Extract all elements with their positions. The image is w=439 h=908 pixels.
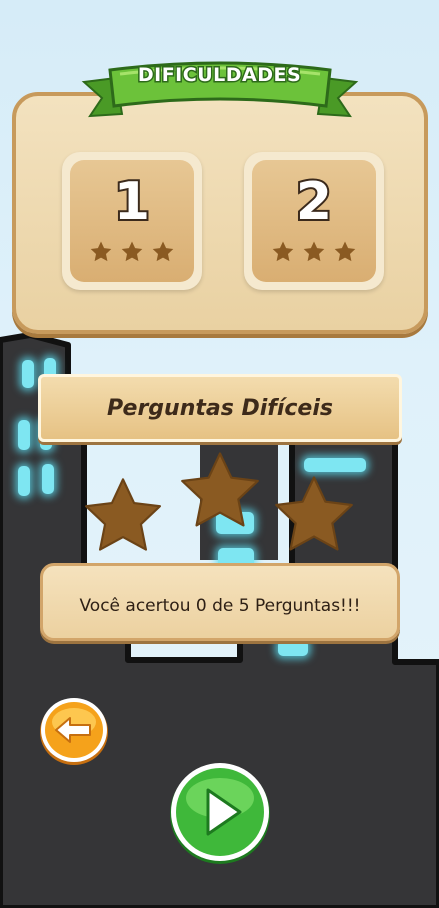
level-number: 1 <box>112 170 152 234</box>
difficulty-panel: 1 2 <box>12 92 428 334</box>
star-icon <box>121 241 143 262</box>
back-button[interactable] <box>38 696 110 766</box>
play-button[interactable] <box>168 760 272 864</box>
category-plate: Perguntas Difíceis <box>38 374 402 442</box>
result-star-2 <box>181 452 259 527</box>
star-icon <box>272 241 294 262</box>
city-window <box>22 360 34 388</box>
city-window <box>278 640 308 656</box>
star-icon <box>152 241 174 262</box>
level-2-tile: 2 <box>252 160 376 282</box>
level-2-button[interactable]: 2 <box>244 152 384 290</box>
star-icon <box>334 241 356 262</box>
level-stars <box>252 240 376 268</box>
level-1-button[interactable]: 1 <box>62 152 202 290</box>
result-message-plate: Você acertou 0 de 5 Perguntas!!! <box>40 563 400 641</box>
city-window <box>42 464 54 494</box>
result-message: Você acertou 0 de 5 Perguntas!!! <box>79 596 361 616</box>
result-star-1 <box>85 478 161 551</box>
star-icon <box>303 241 325 262</box>
level-number: 2 <box>294 170 334 234</box>
result-star-3 <box>275 476 353 551</box>
city-window <box>18 466 30 496</box>
star-icon <box>90 241 112 262</box>
city-window <box>18 420 30 450</box>
level-stars <box>70 240 194 268</box>
page-title: DIFICULDADES <box>136 63 302 88</box>
city-window <box>304 458 366 472</box>
level-1-tile: 1 <box>70 160 194 282</box>
category-title: Perguntas Difíceis <box>106 396 333 421</box>
